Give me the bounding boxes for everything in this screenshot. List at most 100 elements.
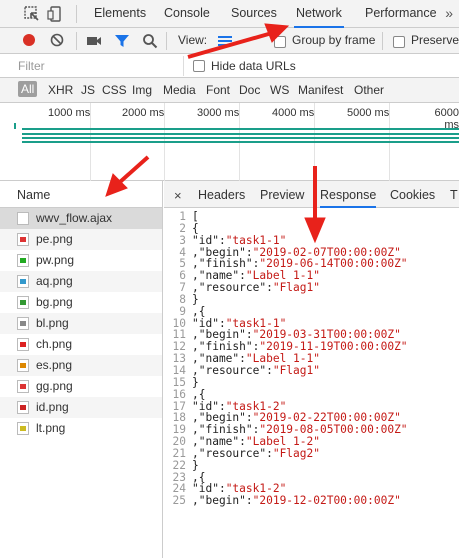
request-name: id.png xyxy=(36,400,69,414)
response-body[interactable]: 1[2{3 "id":"task1-1" 4 ,"begin":"2019-02-07… xyxy=(164,211,459,558)
type-filter-img[interactable]: Img xyxy=(132,83,152,97)
devtools-tab-bar: Elements Console Sources Network Perform… xyxy=(0,0,459,28)
image-icon xyxy=(17,296,29,309)
response-line: 7 ,"resource":"Flag1" xyxy=(164,282,459,294)
more-tabs-button[interactable]: » xyxy=(445,0,453,28)
request-row[interactable]: bg.png xyxy=(0,292,162,313)
type-filter-doc[interactable]: Doc xyxy=(239,83,260,97)
request-row[interactable]: id.png xyxy=(0,397,162,418)
response-key: ,"resource": xyxy=(192,446,273,460)
tab-elements[interactable]: Elements xyxy=(92,0,148,28)
record-icon[interactable] xyxy=(22,33,36,50)
group-by-frame-checkbox[interactable] xyxy=(274,35,286,49)
request-row[interactable]: pw.png xyxy=(0,250,162,271)
request-row[interactable]: ch.png xyxy=(0,334,162,355)
name-column-header[interactable]: Name xyxy=(0,181,162,208)
response-value: "Flag1" xyxy=(272,281,320,295)
request-name: bg.png xyxy=(36,295,73,309)
toolbar-divider xyxy=(166,32,167,50)
type-filter-js[interactable]: JS xyxy=(81,83,95,97)
network-toolbar: View: Group by frame Preserve xyxy=(0,28,459,54)
waterfall-bar xyxy=(22,141,459,143)
view-label: View: xyxy=(178,33,208,47)
tab-sources[interactable]: Sources xyxy=(229,0,279,28)
request-name: pe.png xyxy=(36,232,73,246)
image-icon xyxy=(17,233,29,246)
request-row[interactable]: es.png xyxy=(0,355,162,376)
request-row[interactable]: aq.png xyxy=(0,271,162,292)
request-name: es.png xyxy=(36,358,73,372)
response-line: 21 ,"resource":"Flag2" xyxy=(164,446,459,460)
response-key: ,"begin": xyxy=(192,494,253,508)
type-filter-css[interactable]: CSS xyxy=(102,83,127,97)
line-number: 15 xyxy=(172,375,186,389)
request-row[interactable]: wwv_flow.ajax xyxy=(0,208,162,229)
search-icon[interactable] xyxy=(142,33,158,52)
tab-cookies[interactable]: Cookies xyxy=(390,181,435,208)
large-rows-icon[interactable] xyxy=(218,35,232,50)
type-filter-other[interactable]: Other xyxy=(354,83,384,97)
line-number: 8 xyxy=(179,292,186,306)
request-row[interactable]: gg.png xyxy=(0,376,162,397)
tab-timing[interactable]: T xyxy=(450,181,458,208)
request-name: pw.png xyxy=(36,253,75,267)
waterfall-bar xyxy=(22,137,459,139)
response-line: 8} xyxy=(164,292,459,306)
image-icon xyxy=(17,359,29,372)
request-name: gg.png xyxy=(36,379,73,393)
request-detail-panel: × Headers Preview Response Cookies T 1[2… xyxy=(164,181,459,558)
type-filter-manifest[interactable]: Manifest xyxy=(298,83,343,97)
waterfall-overview[interactable]: 1000 ms 2000 ms 3000 ms 4000 ms 5000 ms … xyxy=(0,103,459,181)
line-number: 25 xyxy=(172,494,186,508)
filter-icon[interactable] xyxy=(114,33,130,52)
toolbar-divider xyxy=(382,32,383,50)
preserve-log-checkbox[interactable] xyxy=(393,35,405,49)
tab-preview[interactable]: Preview xyxy=(260,181,304,208)
type-filter-ws[interactable]: WS xyxy=(270,83,289,97)
image-icon xyxy=(17,422,29,435)
waterfall-marker xyxy=(14,123,16,129)
line-number: 21 xyxy=(172,446,186,460)
close-detail-button[interactable]: × xyxy=(174,181,182,210)
tab-headers[interactable]: Headers xyxy=(198,181,245,208)
type-filter-all[interactable]: All xyxy=(18,81,38,97)
image-icon xyxy=(17,275,29,288)
line-number: 4 xyxy=(179,245,186,259)
device-toolbar-icon[interactable] xyxy=(46,4,66,24)
clear-icon[interactable] xyxy=(50,33,64,50)
filter-input[interactable] xyxy=(14,56,184,76)
type-filter-font[interactable]: Font xyxy=(206,83,230,97)
request-row[interactable]: bl.png xyxy=(0,313,162,334)
hide-data-urls-checkbox[interactable] xyxy=(193,59,205,73)
response-value: "Flag1" xyxy=(272,363,320,377)
waterfall-bar xyxy=(22,128,459,130)
screenshot-icon[interactable] xyxy=(86,34,102,51)
toolbar-divider xyxy=(76,5,77,23)
request-row[interactable]: lt.png xyxy=(0,418,162,439)
hide-data-urls-label: Hide data URLs xyxy=(211,59,296,73)
image-icon xyxy=(17,401,29,414)
image-icon xyxy=(17,317,29,330)
tick-label: 3000 ms xyxy=(197,107,240,119)
type-filter-xhr[interactable]: XHR xyxy=(48,83,73,97)
image-icon xyxy=(17,338,29,351)
preserve-log-label: Preserve xyxy=(411,33,459,47)
document-icon xyxy=(17,212,29,225)
filter-bar: Hide data URLs xyxy=(0,54,459,78)
response-value: "Flag2" xyxy=(272,446,320,460)
tab-performance[interactable]: Performance xyxy=(363,0,439,28)
inspect-element-icon[interactable] xyxy=(22,4,42,24)
tab-network[interactable]: Network xyxy=(294,0,344,28)
image-icon xyxy=(17,254,29,267)
waterfall-bar xyxy=(22,133,459,135)
response-line: 1[ xyxy=(164,211,459,223)
tick-label: 1000 ms xyxy=(48,107,91,119)
line-number: 2 xyxy=(179,221,186,235)
tick-label: 5000 ms xyxy=(347,107,390,119)
tab-console[interactable]: Console xyxy=(162,0,212,28)
type-filter-media[interactable]: Media xyxy=(163,83,196,97)
tab-response[interactable]: Response xyxy=(320,181,377,208)
request-row[interactable]: pe.png xyxy=(0,229,162,250)
response-line: 14 ,"resource":"Flag1" xyxy=(164,365,459,377)
image-icon xyxy=(17,380,29,393)
